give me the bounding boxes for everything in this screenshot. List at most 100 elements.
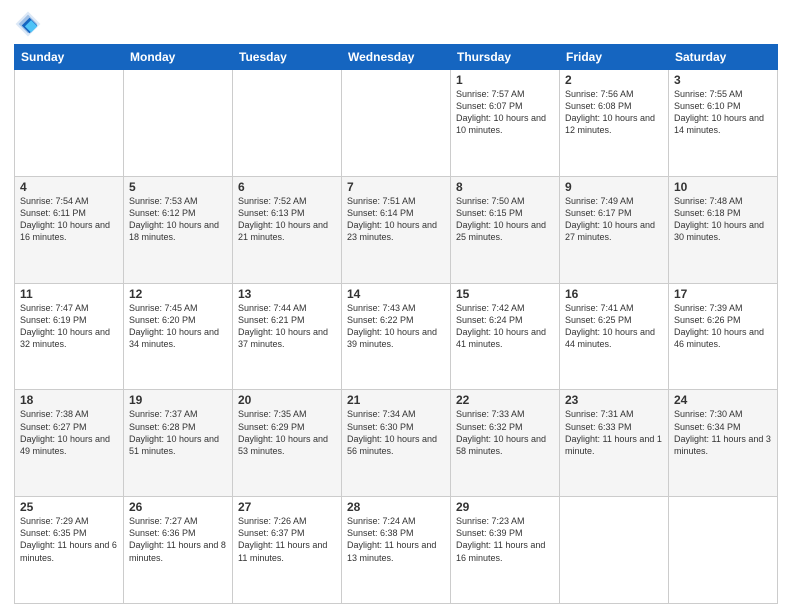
day-number: 25 bbox=[20, 500, 118, 514]
day-info: Sunrise: 7:44 AM Sunset: 6:21 PM Dayligh… bbox=[238, 302, 336, 351]
day-number: 15 bbox=[456, 287, 554, 301]
calendar-header-friday: Friday bbox=[560, 45, 669, 70]
day-info: Sunrise: 7:34 AM Sunset: 6:30 PM Dayligh… bbox=[347, 408, 445, 457]
calendar-cell: 28Sunrise: 7:24 AM Sunset: 6:38 PM Dayli… bbox=[342, 497, 451, 604]
day-info: Sunrise: 7:45 AM Sunset: 6:20 PM Dayligh… bbox=[129, 302, 227, 351]
calendar-header-tuesday: Tuesday bbox=[233, 45, 342, 70]
calendar-cell: 15Sunrise: 7:42 AM Sunset: 6:24 PM Dayli… bbox=[451, 283, 560, 390]
calendar-cell bbox=[124, 70, 233, 177]
day-number: 29 bbox=[456, 500, 554, 514]
calendar-cell: 4Sunrise: 7:54 AM Sunset: 6:11 PM Daylig… bbox=[15, 176, 124, 283]
day-number: 28 bbox=[347, 500, 445, 514]
day-number: 6 bbox=[238, 180, 336, 194]
calendar-week-5: 25Sunrise: 7:29 AM Sunset: 6:35 PM Dayli… bbox=[15, 497, 778, 604]
calendar-cell: 27Sunrise: 7:26 AM Sunset: 6:37 PM Dayli… bbox=[233, 497, 342, 604]
day-info: Sunrise: 7:31 AM Sunset: 6:33 PM Dayligh… bbox=[565, 408, 663, 457]
calendar-cell: 25Sunrise: 7:29 AM Sunset: 6:35 PM Dayli… bbox=[15, 497, 124, 604]
day-number: 4 bbox=[20, 180, 118, 194]
day-info: Sunrise: 7:51 AM Sunset: 6:14 PM Dayligh… bbox=[347, 195, 445, 244]
calendar-cell bbox=[15, 70, 124, 177]
calendar-cell: 12Sunrise: 7:45 AM Sunset: 6:20 PM Dayli… bbox=[124, 283, 233, 390]
calendar-cell bbox=[560, 497, 669, 604]
calendar-week-2: 4Sunrise: 7:54 AM Sunset: 6:11 PM Daylig… bbox=[15, 176, 778, 283]
day-number: 10 bbox=[674, 180, 772, 194]
calendar-cell: 2Sunrise: 7:56 AM Sunset: 6:08 PM Daylig… bbox=[560, 70, 669, 177]
day-info: Sunrise: 7:26 AM Sunset: 6:37 PM Dayligh… bbox=[238, 515, 336, 564]
day-number: 24 bbox=[674, 393, 772, 407]
calendar-cell: 21Sunrise: 7:34 AM Sunset: 6:30 PM Dayli… bbox=[342, 390, 451, 497]
calendar-cell: 6Sunrise: 7:52 AM Sunset: 6:13 PM Daylig… bbox=[233, 176, 342, 283]
day-info: Sunrise: 7:56 AM Sunset: 6:08 PM Dayligh… bbox=[565, 88, 663, 137]
calendar-cell: 23Sunrise: 7:31 AM Sunset: 6:33 PM Dayli… bbox=[560, 390, 669, 497]
day-number: 26 bbox=[129, 500, 227, 514]
calendar-cell: 29Sunrise: 7:23 AM Sunset: 6:39 PM Dayli… bbox=[451, 497, 560, 604]
day-info: Sunrise: 7:42 AM Sunset: 6:24 PM Dayligh… bbox=[456, 302, 554, 351]
day-info: Sunrise: 7:50 AM Sunset: 6:15 PM Dayligh… bbox=[456, 195, 554, 244]
day-info: Sunrise: 7:48 AM Sunset: 6:18 PM Dayligh… bbox=[674, 195, 772, 244]
calendar-cell bbox=[233, 70, 342, 177]
day-number: 14 bbox=[347, 287, 445, 301]
day-info: Sunrise: 7:35 AM Sunset: 6:29 PM Dayligh… bbox=[238, 408, 336, 457]
day-number: 5 bbox=[129, 180, 227, 194]
day-info: Sunrise: 7:52 AM Sunset: 6:13 PM Dayligh… bbox=[238, 195, 336, 244]
day-info: Sunrise: 7:37 AM Sunset: 6:28 PM Dayligh… bbox=[129, 408, 227, 457]
calendar-cell: 17Sunrise: 7:39 AM Sunset: 6:26 PM Dayli… bbox=[669, 283, 778, 390]
day-number: 7 bbox=[347, 180, 445, 194]
calendar-cell: 22Sunrise: 7:33 AM Sunset: 6:32 PM Dayli… bbox=[451, 390, 560, 497]
day-info: Sunrise: 7:53 AM Sunset: 6:12 PM Dayligh… bbox=[129, 195, 227, 244]
calendar-table: SundayMondayTuesdayWednesdayThursdayFrid… bbox=[14, 44, 778, 604]
day-number: 13 bbox=[238, 287, 336, 301]
day-number: 23 bbox=[565, 393, 663, 407]
day-info: Sunrise: 7:43 AM Sunset: 6:22 PM Dayligh… bbox=[347, 302, 445, 351]
calendar-header-thursday: Thursday bbox=[451, 45, 560, 70]
day-info: Sunrise: 7:24 AM Sunset: 6:38 PM Dayligh… bbox=[347, 515, 445, 564]
day-number: 20 bbox=[238, 393, 336, 407]
calendar-cell bbox=[342, 70, 451, 177]
calendar-cell: 7Sunrise: 7:51 AM Sunset: 6:14 PM Daylig… bbox=[342, 176, 451, 283]
calendar-cell: 13Sunrise: 7:44 AM Sunset: 6:21 PM Dayli… bbox=[233, 283, 342, 390]
day-info: Sunrise: 7:33 AM Sunset: 6:32 PM Dayligh… bbox=[456, 408, 554, 457]
calendar-header-row: SundayMondayTuesdayWednesdayThursdayFrid… bbox=[15, 45, 778, 70]
day-info: Sunrise: 7:49 AM Sunset: 6:17 PM Dayligh… bbox=[565, 195, 663, 244]
calendar-cell: 1Sunrise: 7:57 AM Sunset: 6:07 PM Daylig… bbox=[451, 70, 560, 177]
day-number: 16 bbox=[565, 287, 663, 301]
day-info: Sunrise: 7:54 AM Sunset: 6:11 PM Dayligh… bbox=[20, 195, 118, 244]
calendar-cell: 16Sunrise: 7:41 AM Sunset: 6:25 PM Dayli… bbox=[560, 283, 669, 390]
day-number: 11 bbox=[20, 287, 118, 301]
day-info: Sunrise: 7:38 AM Sunset: 6:27 PM Dayligh… bbox=[20, 408, 118, 457]
day-info: Sunrise: 7:41 AM Sunset: 6:25 PM Dayligh… bbox=[565, 302, 663, 351]
calendar-cell: 20Sunrise: 7:35 AM Sunset: 6:29 PM Dayli… bbox=[233, 390, 342, 497]
logo bbox=[14, 10, 46, 38]
day-number: 8 bbox=[456, 180, 554, 194]
calendar-cell: 26Sunrise: 7:27 AM Sunset: 6:36 PM Dayli… bbox=[124, 497, 233, 604]
day-info: Sunrise: 7:29 AM Sunset: 6:35 PM Dayligh… bbox=[20, 515, 118, 564]
day-info: Sunrise: 7:55 AM Sunset: 6:10 PM Dayligh… bbox=[674, 88, 772, 137]
calendar-cell bbox=[669, 497, 778, 604]
day-info: Sunrise: 7:47 AM Sunset: 6:19 PM Dayligh… bbox=[20, 302, 118, 351]
day-info: Sunrise: 7:57 AM Sunset: 6:07 PM Dayligh… bbox=[456, 88, 554, 137]
calendar-cell: 8Sunrise: 7:50 AM Sunset: 6:15 PM Daylig… bbox=[451, 176, 560, 283]
day-number: 27 bbox=[238, 500, 336, 514]
calendar-cell: 11Sunrise: 7:47 AM Sunset: 6:19 PM Dayli… bbox=[15, 283, 124, 390]
day-info: Sunrise: 7:23 AM Sunset: 6:39 PM Dayligh… bbox=[456, 515, 554, 564]
calendar-cell: 18Sunrise: 7:38 AM Sunset: 6:27 PM Dayli… bbox=[15, 390, 124, 497]
page: SundayMondayTuesdayWednesdayThursdayFrid… bbox=[0, 0, 792, 612]
calendar-cell: 9Sunrise: 7:49 AM Sunset: 6:17 PM Daylig… bbox=[560, 176, 669, 283]
day-number: 3 bbox=[674, 73, 772, 87]
calendar-week-3: 11Sunrise: 7:47 AM Sunset: 6:19 PM Dayli… bbox=[15, 283, 778, 390]
logo-icon bbox=[14, 10, 42, 38]
calendar-cell: 10Sunrise: 7:48 AM Sunset: 6:18 PM Dayli… bbox=[669, 176, 778, 283]
calendar-week-4: 18Sunrise: 7:38 AM Sunset: 6:27 PM Dayli… bbox=[15, 390, 778, 497]
day-number: 2 bbox=[565, 73, 663, 87]
day-number: 12 bbox=[129, 287, 227, 301]
calendar-header-monday: Monday bbox=[124, 45, 233, 70]
day-number: 17 bbox=[674, 287, 772, 301]
calendar-header-wednesday: Wednesday bbox=[342, 45, 451, 70]
day-number: 21 bbox=[347, 393, 445, 407]
day-info: Sunrise: 7:39 AM Sunset: 6:26 PM Dayligh… bbox=[674, 302, 772, 351]
calendar-cell: 14Sunrise: 7:43 AM Sunset: 6:22 PM Dayli… bbox=[342, 283, 451, 390]
day-number: 18 bbox=[20, 393, 118, 407]
calendar-cell: 3Sunrise: 7:55 AM Sunset: 6:10 PM Daylig… bbox=[669, 70, 778, 177]
day-info: Sunrise: 7:27 AM Sunset: 6:36 PM Dayligh… bbox=[129, 515, 227, 564]
calendar-week-1: 1Sunrise: 7:57 AM Sunset: 6:07 PM Daylig… bbox=[15, 70, 778, 177]
